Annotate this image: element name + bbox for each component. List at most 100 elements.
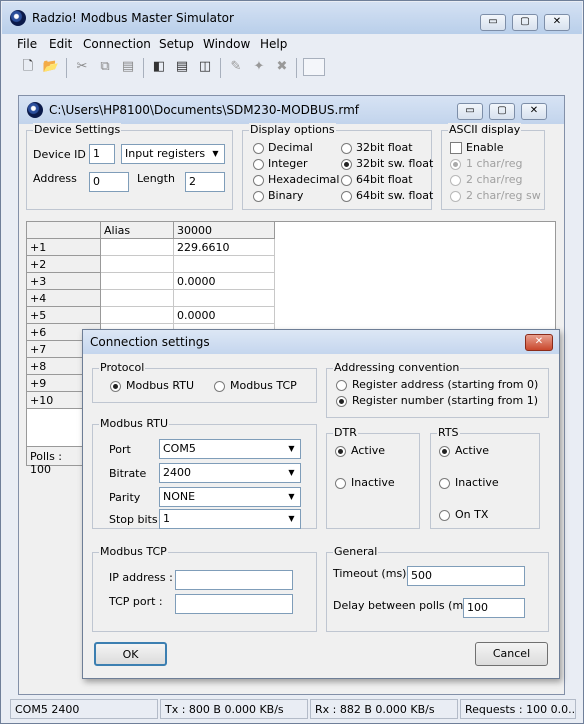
close-button[interactable]: ✕ [544, 14, 570, 31]
radio-2-char-reg[interactable] [450, 175, 461, 186]
copy-icon[interactable]: ⧉ [96, 58, 114, 76]
radio-2-char-reg-sw[interactable] [450, 191, 461, 202]
ascii-enable-checkbox[interactable] [450, 142, 462, 154]
bitrate-label: Bitrate [109, 467, 147, 480]
radio-dtr-inactive[interactable] [335, 478, 346, 489]
doc-maximize-button[interactable]: ▢ [489, 103, 515, 120]
radio-binary[interactable] [253, 191, 264, 202]
length-label: Length [137, 172, 175, 185]
radio-64bit-sw-float[interactable] [341, 191, 352, 202]
dtr-label: DTR [333, 426, 358, 439]
addressing-label: Addressing convention [333, 361, 461, 374]
radio-rts-ontx[interactable] [439, 510, 450, 521]
length-input[interactable]: 2 [185, 172, 225, 192]
grid-row-header[interactable]: +5 [27, 307, 101, 324]
dtr-group: DTR Active Inactive [326, 426, 420, 529]
device-id-input[interactable]: 1 [89, 144, 115, 164]
register-type-select[interactable]: Input registers ▼ [121, 144, 225, 164]
grid-alias-cell[interactable] [101, 256, 174, 273]
radio-modbus-tcp[interactable] [214, 381, 225, 392]
grid-header-address[interactable]: 30000 [174, 222, 275, 239]
radio-1-char-reg[interactable] [450, 159, 461, 170]
port-value: COM5 [163, 442, 196, 455]
status-tx: Tx : 800 B 0.000 KB/s [160, 699, 308, 719]
stopbits-select[interactable]: 1 ▼ [159, 509, 301, 529]
radio-rts-active[interactable] [439, 446, 450, 457]
radio-integer[interactable] [253, 159, 264, 170]
connect-icon[interactable]: ✦ [250, 58, 268, 76]
radio-dtr-active[interactable] [335, 446, 346, 457]
register-address-label: Register address (starting from 0) [352, 378, 539, 391]
address-input[interactable]: 0 [89, 172, 129, 192]
grid-value-cell[interactable] [174, 256, 275, 273]
doc-close-button[interactable]: ✕ [521, 103, 547, 120]
menu-setup[interactable]: Setup [159, 37, 194, 51]
main-window: Radzio! Modbus Master Simulator ▭ ▢ ✕ Fi… [0, 0, 584, 724]
grid-header-alias[interactable]: Alias [101, 222, 174, 239]
grid-value-cell[interactable] [174, 290, 275, 307]
radio-hexadecimal[interactable] [253, 175, 264, 186]
menu-file[interactable]: File [17, 37, 37, 51]
grid-alias-cell[interactable] [101, 239, 174, 256]
menu-window[interactable]: Window [203, 37, 250, 51]
delay-input[interactable]: 100 [463, 598, 525, 618]
tile-horizontal-icon[interactable]: ▤ [173, 58, 191, 76]
radio-modbus-rtu[interactable] [110, 381, 121, 392]
radio-register-address[interactable] [336, 380, 347, 391]
display-options-label: Display options [249, 123, 336, 136]
pencil-icon[interactable]: ✎ [227, 58, 245, 76]
grid-row-header[interactable]: +4 [27, 290, 101, 307]
ip-address-input[interactable] [175, 570, 293, 590]
blank-icon[interactable] [303, 58, 325, 76]
rts-ontx-label: On TX [455, 508, 489, 521]
tcp-port-input[interactable] [175, 594, 293, 614]
option-64bit-sw-float-label: 64bit sw. float [356, 189, 434, 202]
grid-value-cell[interactable]: 229.6610 [174, 239, 275, 256]
rts-active-label: Active [455, 444, 490, 457]
menu-help[interactable]: Help [260, 37, 287, 51]
new-file-icon[interactable]: 🗋 [19, 58, 37, 76]
menu-edit[interactable]: Edit [49, 37, 72, 51]
modbus-tcp-group: Modbus TCP IP address : TCP port : [92, 545, 317, 632]
grid-alias-cell[interactable] [101, 307, 174, 324]
radio-64bit-float[interactable] [341, 175, 352, 186]
radio-32bit-sw-float[interactable] [341, 159, 352, 170]
radio-rts-inactive[interactable] [439, 478, 450, 489]
minimize-button[interactable]: ▭ [480, 14, 506, 31]
port-label: Port [109, 443, 131, 456]
menu-connection[interactable]: Connection [83, 37, 151, 51]
disconnect-icon[interactable]: ✖ [273, 58, 291, 76]
grid-alias-cell[interactable] [101, 273, 174, 290]
grid-row-header[interactable]: +3 [27, 273, 101, 290]
timeout-input[interactable]: 500 [407, 566, 525, 586]
tile-vertical-icon[interactable]: ◫ [196, 58, 214, 76]
bitrate-select[interactable]: 2400 ▼ [159, 463, 301, 483]
open-folder-icon[interactable]: 📂 [42, 58, 60, 76]
modbus-rtu-group: Modbus RTU Port COM5 ▼ Bitrate 2400 ▼ Pa… [92, 417, 317, 529]
grid-row-header[interactable]: +1 [27, 239, 101, 256]
modbus-tcp-label: Modbus TCP [230, 379, 297, 392]
status-requests: Requests : 100 0.0... [460, 699, 576, 719]
dtr-active-label: Active [351, 444, 386, 457]
port-select[interactable]: COM5 ▼ [159, 439, 301, 459]
dialog-close-button[interactable]: ✕ [525, 334, 553, 351]
maximize-button[interactable]: ▢ [512, 14, 538, 31]
cancel-button[interactable]: Cancel [475, 642, 548, 666]
radio-32bit-float[interactable] [341, 143, 352, 154]
cascade-windows-icon[interactable]: ◧ [150, 58, 168, 76]
paste-icon[interactable]: ▤ [119, 58, 137, 76]
grid-value-cell[interactable]: 0.0000 [174, 307, 275, 324]
address-label: Address [33, 172, 77, 185]
grid-alias-cell[interactable] [101, 290, 174, 307]
cut-icon[interactable]: ✂ [73, 58, 91, 76]
radio-decimal[interactable] [253, 143, 264, 154]
tcp-port-label: TCP port : [109, 595, 163, 608]
doc-minimize-button[interactable]: ▭ [457, 103, 483, 120]
timeout-label: Timeout (ms) [333, 567, 407, 580]
grid-value-cell[interactable]: 0.0000 [174, 273, 275, 290]
radio-register-number[interactable] [336, 396, 347, 407]
polls-counter: Polls : 100 [26, 446, 86, 476]
ok-button[interactable]: OK [94, 642, 167, 666]
parity-select[interactable]: NONE ▼ [159, 487, 301, 507]
grid-row-header[interactable]: +2 [27, 256, 101, 273]
